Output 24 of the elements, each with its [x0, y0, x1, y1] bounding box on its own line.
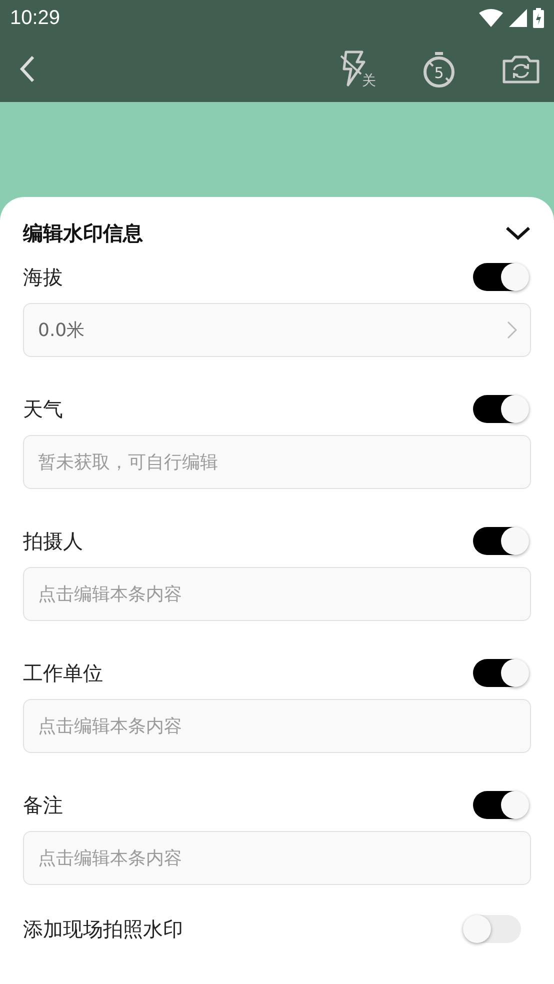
field-label: 拍摄人 [23, 528, 83, 554]
input-field[interactable]: 点击编辑本条内容 [23, 567, 531, 621]
toggle-switch[interactable] [473, 395, 527, 423]
sheet-title: 编辑水印信息 [23, 220, 143, 246]
input-field[interactable]: 点击编辑本条内容 [23, 699, 531, 753]
input-field[interactable]: 点击编辑本条内容 [23, 831, 531, 885]
toggle-switch[interactable] [473, 263, 527, 291]
camera-switch-icon[interactable] [502, 54, 540, 84]
select-field[interactable]: 0.0米 [23, 303, 531, 357]
field-label: 添加现场拍照水印 [23, 916, 183, 942]
toggle-switch[interactable] [473, 659, 527, 687]
toggle-switch[interactable] [473, 791, 527, 819]
field-label: 海拔 [23, 264, 63, 290]
field-label: 备注 [23, 792, 63, 818]
signal-icon [509, 9, 527, 27]
chevron-icon[interactable] [505, 225, 531, 241]
chevron-right-icon [507, 321, 517, 339]
toggle-switch[interactable] [473, 527, 527, 555]
battery-icon [533, 8, 544, 28]
field-label: 天气 [23, 396, 63, 422]
field-label: 工作单位 [23, 660, 103, 686]
input-field[interactable]: 暂未获取，可自行编辑 [23, 435, 531, 489]
wifi-icon [479, 9, 503, 27]
status-time: 10:29 [10, 6, 60, 30]
